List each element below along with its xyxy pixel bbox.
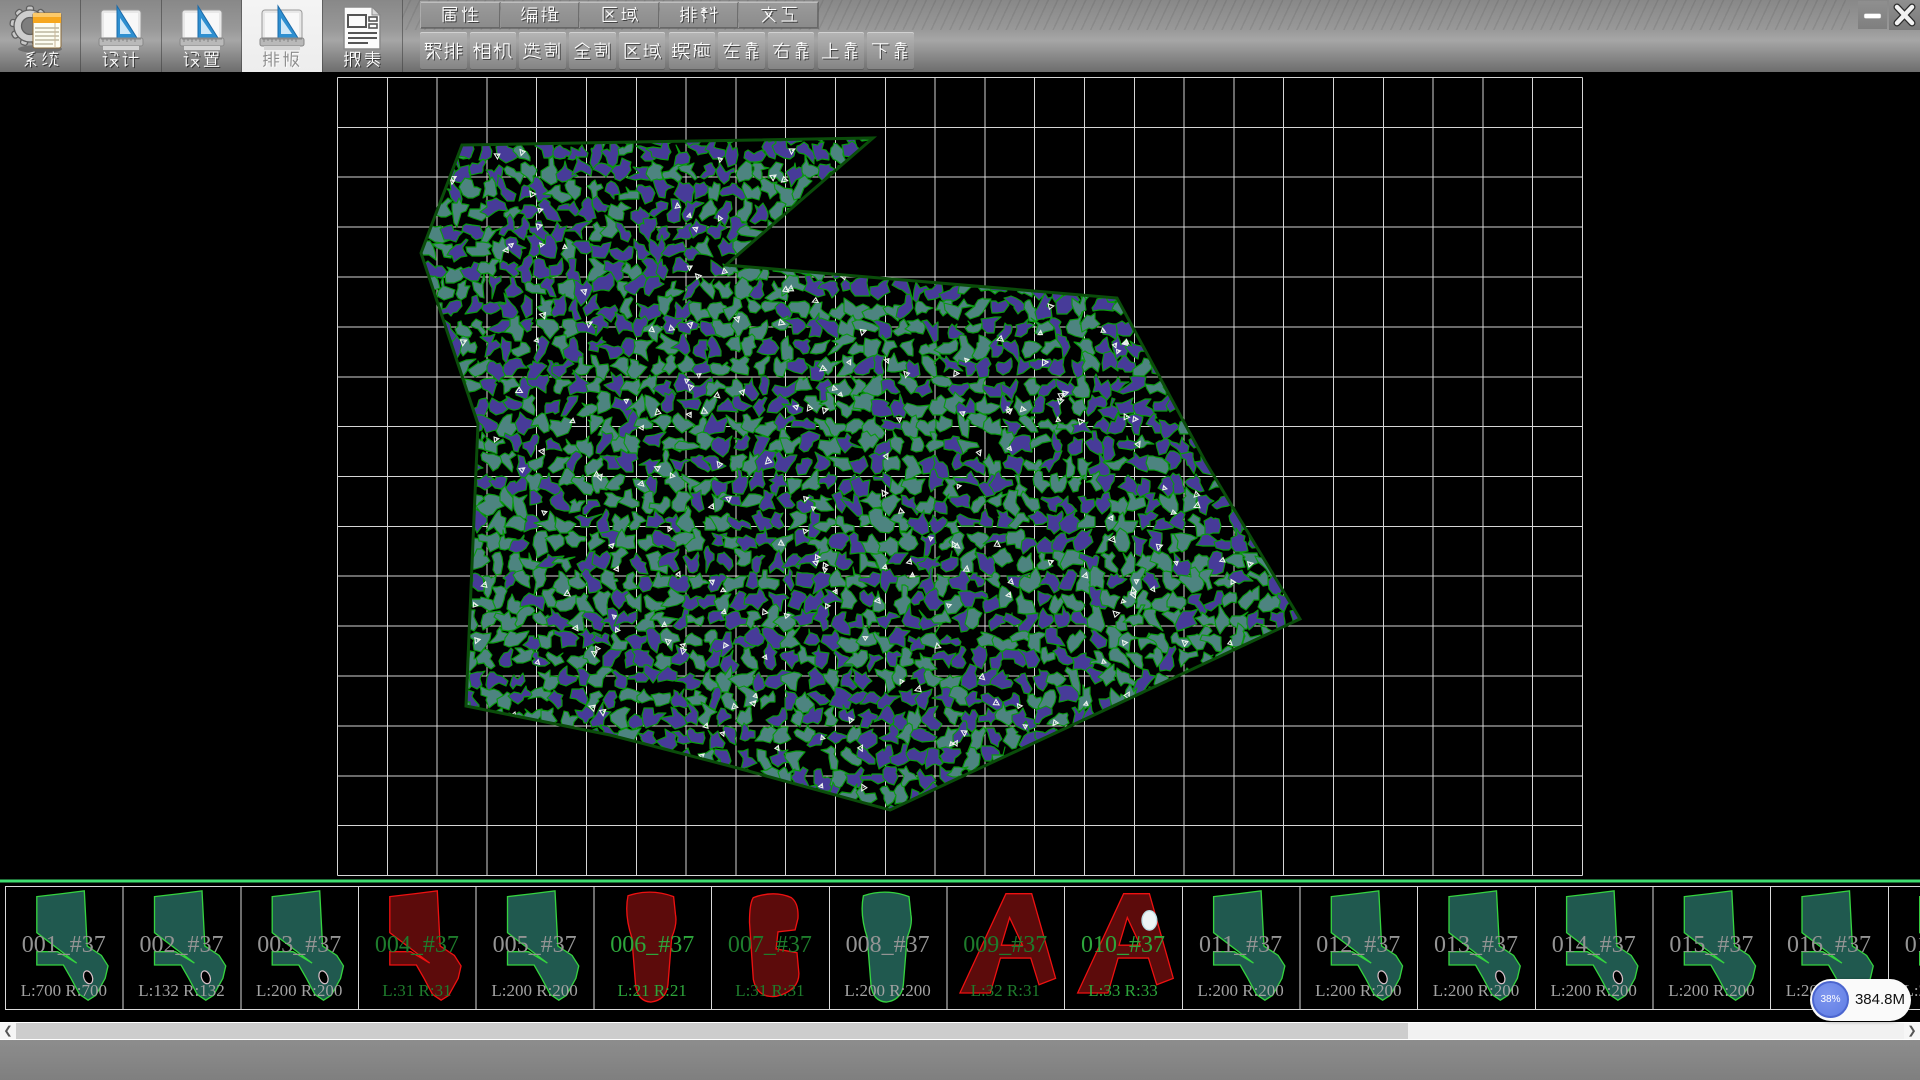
svg-text:L:200 R:200: L:200 R:200 [491, 981, 577, 1000]
svg-text:009_#37: 009_#37 [963, 932, 1047, 958]
svg-text:L:200 R:200: L:200 R:200 [1315, 981, 1401, 1000]
svg-text:013_#37: 013_#37 [1434, 932, 1518, 958]
svg-text:005_#37: 005_#37 [493, 932, 577, 958]
svg-text:002_#37: 002_#37 [140, 932, 224, 958]
svg-text:015_#37: 015_#37 [1669, 932, 1753, 958]
svg-text:006_#37: 006_#37 [610, 932, 694, 958]
svg-text:L:32 R:31: L:32 R:31 [971, 981, 1040, 1000]
svg-text:L:33 R:33: L:33 R:33 [1088, 981, 1157, 1000]
svg-text:L:200 R:200: L:200 R:200 [844, 981, 930, 1000]
svg-text:001_#37: 001_#37 [22, 932, 106, 958]
svg-text:004_#37: 004_#37 [375, 932, 459, 958]
svg-text:L:31 R:31: L:31 R:31 [382, 981, 451, 1000]
svg-text:L:200 R:200: L:200 R:200 [1197, 981, 1283, 1000]
svg-text:L:31 R:31: L:31 R:31 [735, 981, 804, 1000]
svg-text:L:200 R:200: L:200 R:200 [1433, 981, 1519, 1000]
svg-text:011_#37: 011_#37 [1199, 932, 1282, 958]
svg-text:L:200 R:200: L:200 R:200 [1668, 981, 1754, 1000]
svg-text:017_#37: 017_#37 [1905, 932, 1920, 958]
svg-text:L:200 R:200: L:200 R:200 [1550, 981, 1636, 1000]
svg-text:016_#37: 016_#37 [1787, 932, 1871, 958]
svg-text:L:700 R:700: L:700 R:700 [21, 981, 107, 1000]
svg-text:003_#37: 003_#37 [257, 932, 341, 958]
svg-text:014_#37: 014_#37 [1552, 932, 1636, 958]
svg-text:L:200 R:200: L:200 R:200 [256, 981, 342, 1000]
svg-text:010_#37: 010_#37 [1081, 932, 1165, 958]
svg-text:007_#37: 007_#37 [728, 932, 812, 958]
svg-text:012_#37: 012_#37 [1316, 932, 1400, 958]
svg-text:008_#37: 008_#37 [846, 932, 930, 958]
svg-text:L:132 R:132: L:132 R:132 [138, 981, 224, 1000]
svg-text:L:21 R:21: L:21 R:21 [617, 981, 686, 1000]
